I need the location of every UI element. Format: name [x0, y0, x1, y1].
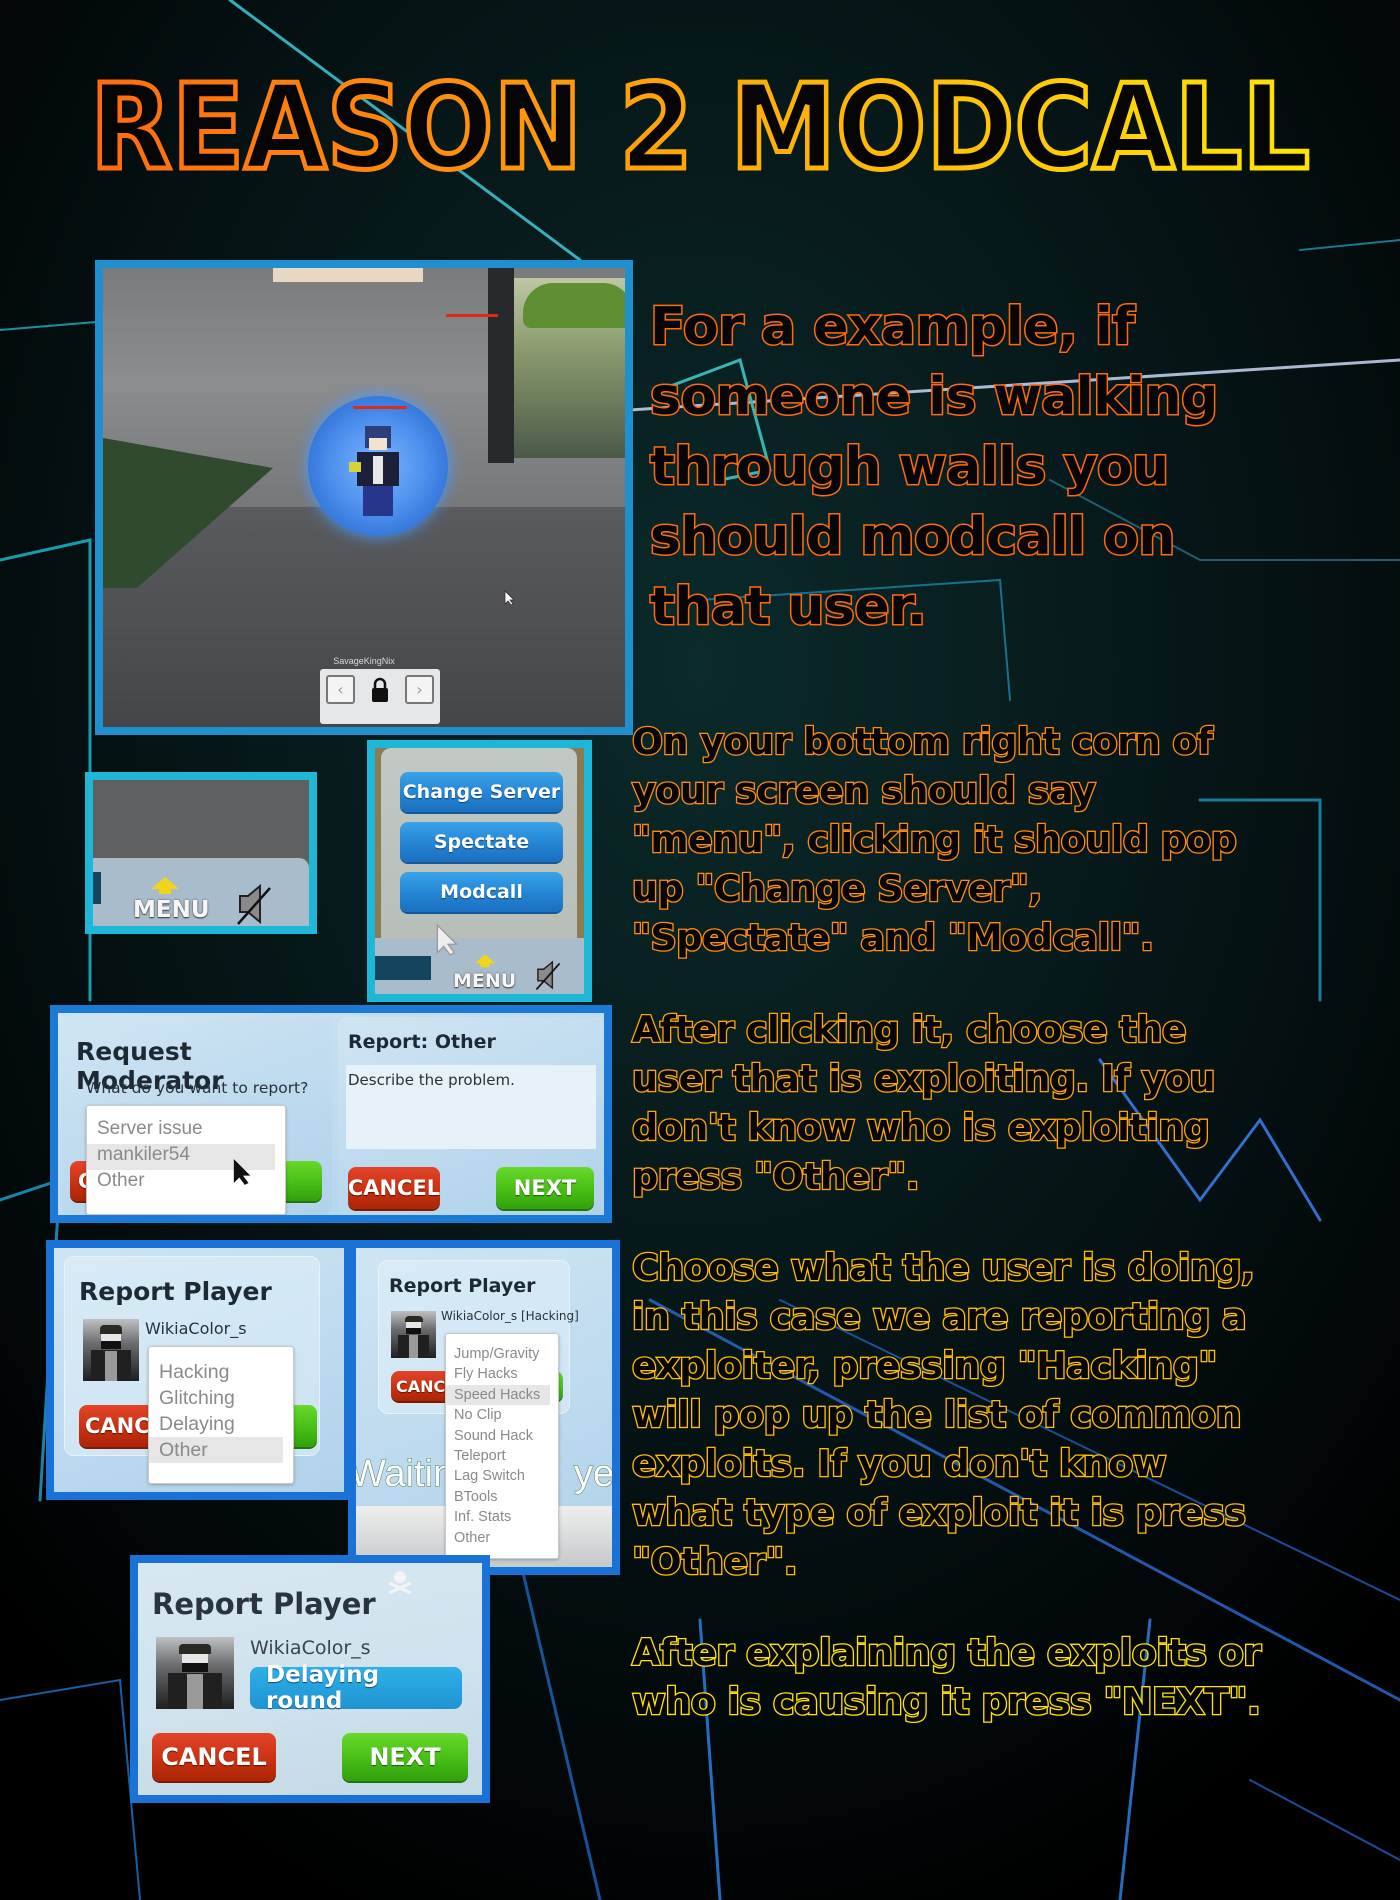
- instruction-choose-user: After clicking it, choose the user that …: [631, 1007, 1217, 1200]
- player-avatar: [349, 426, 399, 516]
- dropdown-option[interactable]: Hacking: [149, 1359, 293, 1385]
- dialog-title: Report: Other: [348, 1031, 496, 1053]
- dropdown-option[interactable]: Fly Hacks: [446, 1364, 558, 1384]
- page-title: REASON 2 MODCALL: [88, 56, 1313, 199]
- dialog-prompt: What do you want to report?: [86, 1079, 309, 1097]
- dialog-title: Report Player: [389, 1275, 536, 1297]
- modcall-button[interactable]: Modcall: [400, 872, 563, 912]
- dialog-title: Report Player: [79, 1277, 272, 1306]
- reported-username: WikiaColor_s [Hacking]: [441, 1309, 579, 1323]
- menu-button[interactable]: MENU: [133, 897, 210, 923]
- spectating-player-name: SavageKingNix: [333, 656, 395, 666]
- report-player-category-screenshot: Report Player WikiaColor_s CANCE Hacking…: [46, 1240, 352, 1500]
- mouse-cursor-icon: [504, 590, 515, 606]
- player-nametag-health: [353, 406, 407, 409]
- report-player-reason-screenshot: Report Player WikiaColor_s Delaying roun…: [130, 1555, 490, 1803]
- dropdown-option[interactable]: Jump/Gravity: [446, 1344, 558, 1364]
- report-player-hacking-screenshot: R Waiting yer Report Player WikiaColor_s…: [348, 1240, 620, 1575]
- game-screenshot: SavageKingNix ‹ ›: [95, 260, 633, 735]
- dropdown-option-highlighted[interactable]: Other: [149, 1437, 283, 1463]
- instruction-menu: On your bottom right corn of your screen…: [631, 719, 1238, 961]
- reason-input[interactable]: Delaying round: [250, 1662, 462, 1714]
- dropdown-option[interactable]: Other: [87, 1170, 285, 1196]
- cancel-button[interactable]: CANCEL: [348, 1167, 440, 1209]
- dropdown-option[interactable]: Teleport: [446, 1446, 558, 1466]
- request-moderator-screenshot: Request Moderator What do you want to re…: [50, 1005, 612, 1223]
- dropdown-option[interactable]: Inf. Stats: [446, 1507, 558, 1527]
- skull-crossbones-icon: [388, 1571, 412, 1595]
- spectate-button[interactable]: Spectate: [400, 822, 563, 862]
- dropdown-option[interactable]: BTools: [446, 1487, 558, 1507]
- speaker-muted-icon[interactable]: [236, 882, 272, 926]
- instruction-example: For a example, if someone is walking thr…: [649, 296, 1220, 639]
- menu-popup-screenshot: Change Server Spectate Modcall MENU: [367, 740, 592, 1002]
- dropdown-option[interactable]: Delaying: [149, 1411, 293, 1437]
- report-category-dropdown[interactable]: Hacking Glitching Delaying Other: [148, 1346, 294, 1484]
- chevron-right-icon[interactable]: ›: [405, 675, 434, 704]
- menu-bar-screenshot: MENU: [85, 772, 317, 934]
- player-thumbnail: [391, 1311, 436, 1358]
- speaker-muted-icon[interactable]: [535, 958, 561, 992]
- dropdown-option[interactable]: Other: [446, 1528, 558, 1548]
- title-text: REASON 2 MODCALL: [90, 60, 1310, 190]
- request-moderator-dialog: Request Moderator What do you want to re…: [62, 1017, 332, 1215]
- chevron-left-icon[interactable]: ‹: [326, 675, 355, 704]
- menu-button[interactable]: MENU: [453, 970, 516, 992]
- cancel-button[interactable]: CANCEL: [152, 1733, 276, 1781]
- next-button[interactable]: NEXT: [342, 1733, 468, 1781]
- lock-icon[interactable]: [371, 677, 389, 703]
- mouse-cursor-icon: [436, 923, 459, 956]
- textarea-placeholder: Describe the problem.: [348, 1071, 515, 1089]
- up-arrow-icon: [474, 954, 496, 968]
- up-arrow-icon: [151, 877, 179, 894]
- waiting-text-right: yer: [574, 1453, 615, 1496]
- dropdown-option[interactable]: Server issue: [87, 1118, 285, 1144]
- report-other-dialog: Report: Other Describe the problem. CANC…: [338, 1017, 604, 1215]
- player-thumbnail: [156, 1637, 234, 1709]
- reported-username: WikiaColor_s: [145, 1319, 247, 1338]
- next-button[interactable]: NEXT: [496, 1167, 594, 1209]
- instruction-choose-exploit: Choose what the user is doing, in this c…: [631, 1245, 1256, 1585]
- dropdown-option[interactable]: Glitching: [149, 1385, 293, 1411]
- exploit-type-dropdown[interactable]: Jump/Gravity Fly Hacks Speed Hacks No Cl…: [445, 1333, 559, 1559]
- dropdown-option[interactable]: Lag Switch: [446, 1466, 558, 1486]
- player-thumbnail: [83, 1319, 139, 1381]
- report-type-dropdown[interactable]: Server issue mankiler54 Other: [86, 1105, 286, 1215]
- player-health-bar: [446, 314, 498, 317]
- mouse-cursor-icon: [233, 1159, 251, 1185]
- change-server-button[interactable]: Change Server: [400, 772, 563, 812]
- dropdown-option-highlighted[interactable]: Speed Hacks: [446, 1384, 550, 1406]
- instruction-press-next: After explaining the exploits or who is …: [631, 1630, 1263, 1725]
- dropdown-option[interactable]: Sound Hack: [446, 1426, 558, 1446]
- describe-problem-textarea[interactable]: Describe the problem.: [346, 1065, 596, 1149]
- dropdown-option[interactable]: No Clip: [446, 1405, 558, 1425]
- dialog-title: Report Player: [152, 1587, 376, 1621]
- spectate-controls: ‹ ›: [320, 669, 440, 724]
- reported-username: WikiaColor_s: [250, 1637, 371, 1659]
